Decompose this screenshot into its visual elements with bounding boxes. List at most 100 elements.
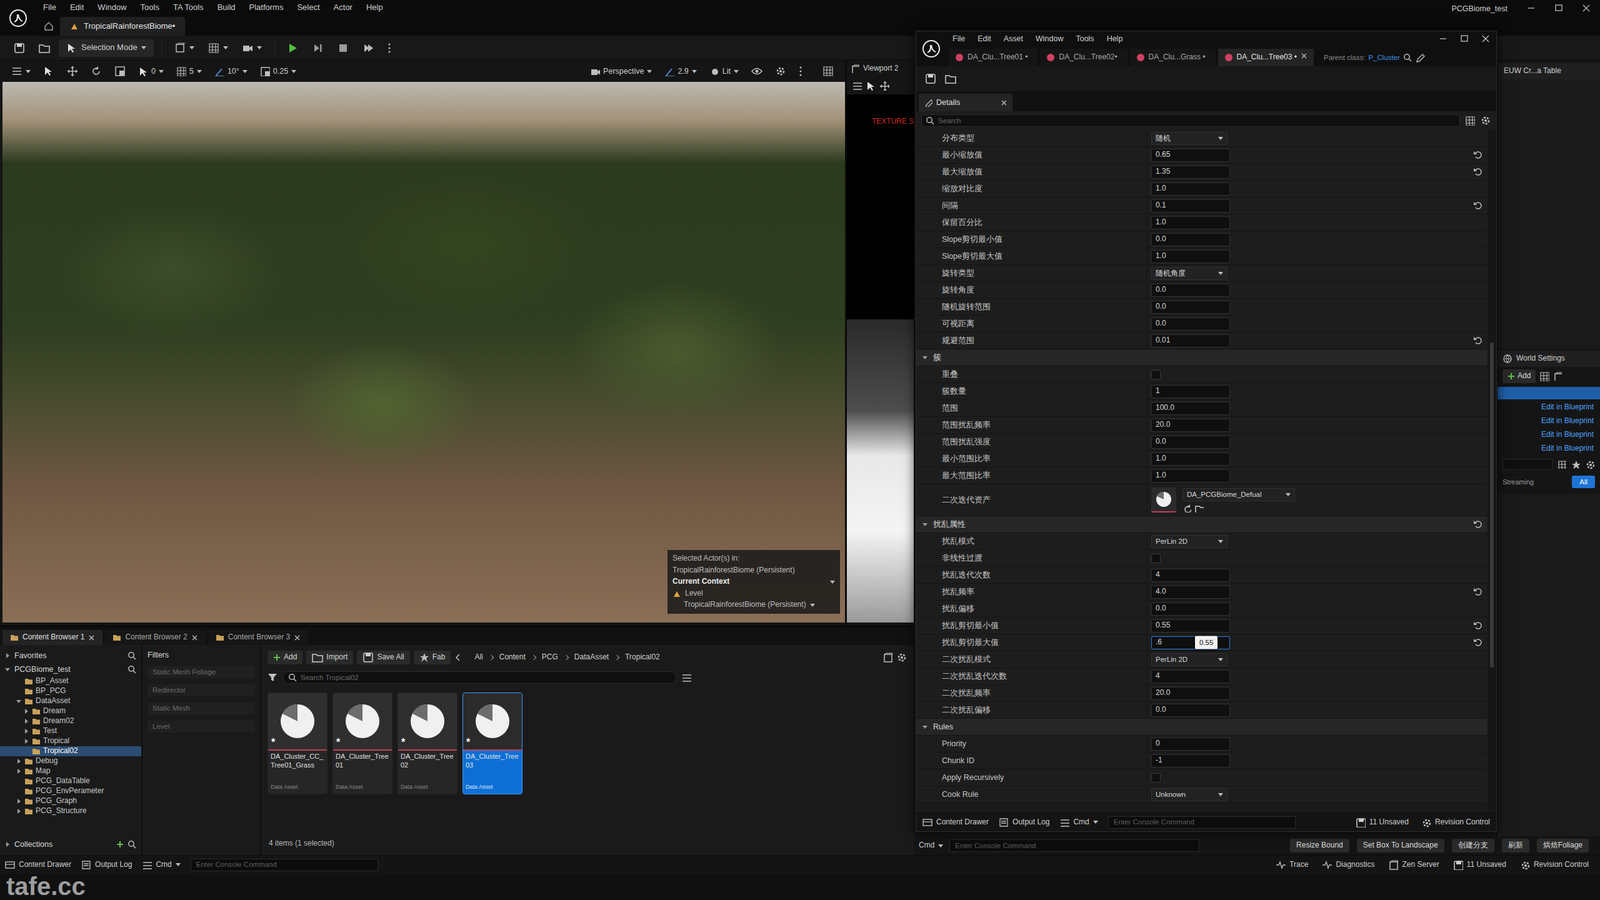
- side-search-field[interactable]: [1502, 458, 1553, 470]
- status-label[interactable]: Output Log: [95, 860, 132, 870]
- dropdown[interactable]: PerLin 2D: [1151, 653, 1228, 667]
- breadcrumb-item[interactable]: Tropical02: [625, 652, 660, 663]
- toolbar-dropdown[interactable]: [203, 39, 234, 57]
- breadcrumb-item[interactable]: PCG: [541, 652, 559, 663]
- section-title[interactable]: 扰乱属性: [933, 519, 1464, 530]
- asset-tile[interactable]: *DA_Cluster_Tree03Data Asset: [462, 692, 523, 795]
- field-value[interactable]: 0.01: [1155, 335, 1170, 346]
- add-button[interactable]: Add: [1502, 369, 1536, 384]
- number-field[interactable]: 1.0: [1151, 216, 1230, 230]
- number-field[interactable]: 0.65: [1151, 148, 1230, 162]
- filter-chip[interactable]: Redirector: [147, 684, 255, 697]
- asset-tile[interactable]: *DA_Cluster_CC_Tree01_GrassData Asset: [267, 692, 328, 795]
- project-root-header[interactable]: PCGBiome_test: [0, 662, 142, 677]
- status-button[interactable]: Revision Control: [1520, 860, 1589, 870]
- number-field[interactable]: 0.0: [1151, 233, 1230, 247]
- number-field[interactable]: 0.55: [1151, 619, 1230, 633]
- console-placeholder[interactable]: Enter Console Command: [1113, 817, 1195, 827]
- field-value[interactable]: 4: [1155, 570, 1160, 580]
- play-control[interactable]: [332, 39, 354, 57]
- folder-tree-item[interactable]: Tropical02: [0, 746, 142, 757]
- number-field[interactable]: 1.0: [1151, 250, 1230, 264]
- expand-arrow-icon[interactable]: [16, 768, 22, 775]
- parent-class-link[interactable]: P_Cluster: [1368, 53, 1400, 63]
- field-value[interactable]: 1.0: [1155, 470, 1167, 481]
- status-label[interactable]: Trace: [1289, 860, 1309, 870]
- dropdown-value[interactable]: PerLin 2D: [1155, 655, 1188, 665]
- menu-item[interactable]: Edit: [63, 2, 91, 14]
- asset-action-button[interactable]: Fab: [413, 650, 452, 665]
- status-button[interactable]: Trace: [1275, 860, 1309, 870]
- breadcrumb-item[interactable]: All: [474, 652, 483, 663]
- field-value[interactable]: 4.0: [1155, 586, 1167, 597]
- expand-arrow-icon[interactable]: [16, 778, 22, 785]
- asset-tab-label[interactable]: DA_Clu...Tree03 •: [1236, 52, 1297, 63]
- field-value[interactable]: 0.0: [1155, 436, 1167, 447]
- menu-item[interactable]: Window: [1029, 33, 1070, 44]
- filter-chip[interactable]: Static Mesh: [147, 702, 255, 715]
- output-log-button[interactable]: Output Log: [998, 817, 1050, 828]
- number-field[interactable]: 100.0: [1151, 401, 1230, 415]
- filter-chip[interactable]: Static Mesh Foliage: [147, 666, 255, 679]
- scrollbar-thumb[interactable]: [1490, 342, 1494, 668]
- expand-arrow-icon[interactable]: [16, 788, 22, 795]
- home-icon[interactable]: [43, 21, 54, 32]
- field-value[interactable]: 20.0: [1155, 420, 1170, 430]
- viewport-option[interactable]: [746, 63, 768, 79]
- folder-name[interactable]: BP_PCG: [35, 686, 67, 697]
- section-title[interactable]: Rules: [933, 721, 1464, 732]
- collections-header-label[interactable]: Collections: [14, 839, 113, 850]
- expand-arrow-icon[interactable]: [5, 666, 11, 673]
- search-placeholder[interactable]: Search Tropical02: [300, 673, 359, 683]
- details-tab[interactable]: Details: [918, 93, 1013, 112]
- console-placeholder[interactable]: Enter Console Command: [196, 860, 277, 870]
- collections-header[interactable]: Collections: [0, 837, 142, 852]
- menu-item[interactable]: Platforms: [242, 2, 291, 14]
- add-label[interactable]: Add: [1517, 371, 1531, 382]
- browse-button[interactable]: [33, 39, 55, 57]
- folder-tree-item[interactable]: Map: [0, 766, 142, 777]
- expand-arrow-icon[interactable]: [5, 841, 11, 848]
- expand-arrow-icon[interactable]: [23, 708, 30, 715]
- field-value[interactable]: 1.35: [1155, 166, 1170, 177]
- content-browser-tab[interactable]: Content Browser 1: [2, 630, 103, 645]
- view-setting[interactable]: Lit: [704, 63, 744, 79]
- menu-item[interactable]: Actor: [326, 2, 360, 14]
- window-button[interactable]: [1517, 0, 1545, 17]
- asset-action-button[interactable]: Save All: [356, 650, 410, 665]
- field-value[interactable]: 0.0: [1155, 285, 1167, 295]
- asset-thumbnail[interactable]: [1151, 487, 1177, 513]
- field-value[interactable]: 4: [1155, 671, 1160, 682]
- menu-item[interactable]: Select: [290, 2, 327, 14]
- selected-component-row[interactable]: [1497, 386, 1600, 400]
- favorites-header[interactable]: Favorites: [0, 648, 142, 663]
- settings-icon[interactable]: [896, 651, 908, 664]
- window-button[interactable]: [1453, 31, 1475, 46]
- menu-item[interactable]: Tools: [133, 2, 167, 14]
- tab-label[interactable]: Content Browser 3: [228, 632, 290, 643]
- expand-arrow-icon[interactable]: [5, 653, 11, 659]
- content-browser-tab[interactable]: Content Browser 2: [105, 630, 205, 645]
- settings-icon[interactable]: [1585, 459, 1595, 470]
- snap-value[interactable]: 10°: [227, 66, 240, 77]
- snap-setting[interactable]: 5: [171, 63, 207, 79]
- folder-tree-item[interactable]: DataAsset: [0, 696, 142, 707]
- window-button[interactable]: [1545, 0, 1573, 17]
- number-field[interactable]: 1.0: [1151, 469, 1230, 483]
- field-value[interactable]: 1.0: [1155, 251, 1167, 262]
- tab-label[interactable]: Content Browser 1: [22, 632, 85, 643]
- search-icon[interactable]: [127, 651, 137, 660]
- folder-tree-item[interactable]: PCG_DataTable: [0, 776, 142, 787]
- folder-name[interactable]: PCG_DataTable: [35, 776, 90, 787]
- content-drawer-label[interactable]: Content Drawer: [936, 817, 989, 828]
- expand-arrow-icon[interactable]: [16, 798, 22, 805]
- close-icon[interactable]: [1000, 99, 1008, 107]
- console-input[interactable]: Enter Console Command: [1108, 816, 1296, 829]
- checkbox[interactable]: [1151, 553, 1161, 564]
- dropdown-value[interactable]: PerLin 2D: [1155, 536, 1188, 547]
- asset-thumbnail[interactable]: *: [398, 693, 457, 750]
- star-icon[interactable]: [1571, 460, 1580, 469]
- tool-button[interactable]: Resize Bound: [1290, 838, 1350, 853]
- asset-dropdown[interactable]: DA_PCGBiome_Defual: [1182, 488, 1295, 502]
- number-field[interactable]: 0.01: [1151, 334, 1230, 348]
